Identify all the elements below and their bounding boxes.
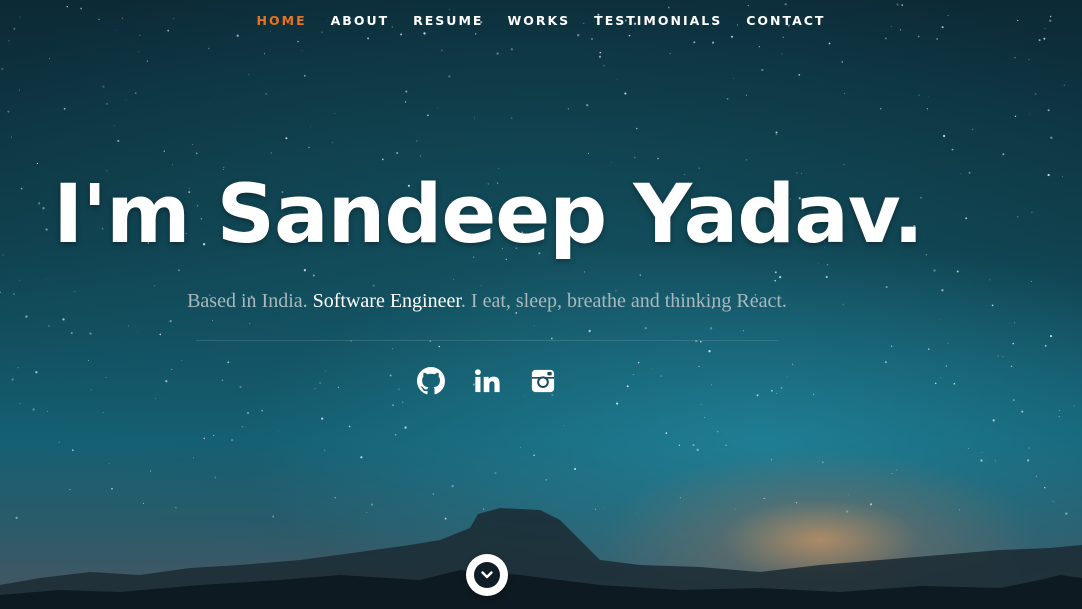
nav-resume[interactable]: RESUME bbox=[413, 13, 483, 31]
chevron-down-icon bbox=[474, 562, 500, 588]
main-nav: HOME ABOUT RESUME WORKS TESTIMONIALS CON… bbox=[0, 13, 1082, 31]
nav-works[interactable]: WORKS bbox=[507, 13, 570, 31]
tagline-prefix: Based in India. bbox=[187, 290, 313, 312]
instagram-icon bbox=[531, 369, 555, 393]
hero-tagline: Based in India. Software Engineer. I eat… bbox=[0, 290, 974, 313]
tagline-suffix: . I eat, sleep, breathe and thinking Rea… bbox=[460, 290, 787, 312]
github-link[interactable] bbox=[417, 367, 445, 395]
github-icon bbox=[417, 367, 445, 395]
tagline-highlight: Software Engineer bbox=[312, 290, 461, 312]
nav-home[interactable]: HOME bbox=[257, 13, 307, 31]
social-links bbox=[0, 367, 974, 395]
scroll-down-button[interactable] bbox=[466, 554, 508, 596]
nav-contact[interactable]: CONTACT bbox=[746, 13, 825, 31]
instagram-link[interactable] bbox=[529, 367, 557, 395]
hero-divider bbox=[196, 340, 778, 341]
hero-headline: I'm Sandeep Yadav. bbox=[53, 168, 924, 262]
linkedin-icon bbox=[474, 369, 500, 393]
linkedin-link[interactable] bbox=[473, 367, 501, 395]
nav-about[interactable]: ABOUT bbox=[331, 13, 390, 31]
nav-testimonials[interactable]: TESTIMONIALS bbox=[594, 13, 722, 31]
